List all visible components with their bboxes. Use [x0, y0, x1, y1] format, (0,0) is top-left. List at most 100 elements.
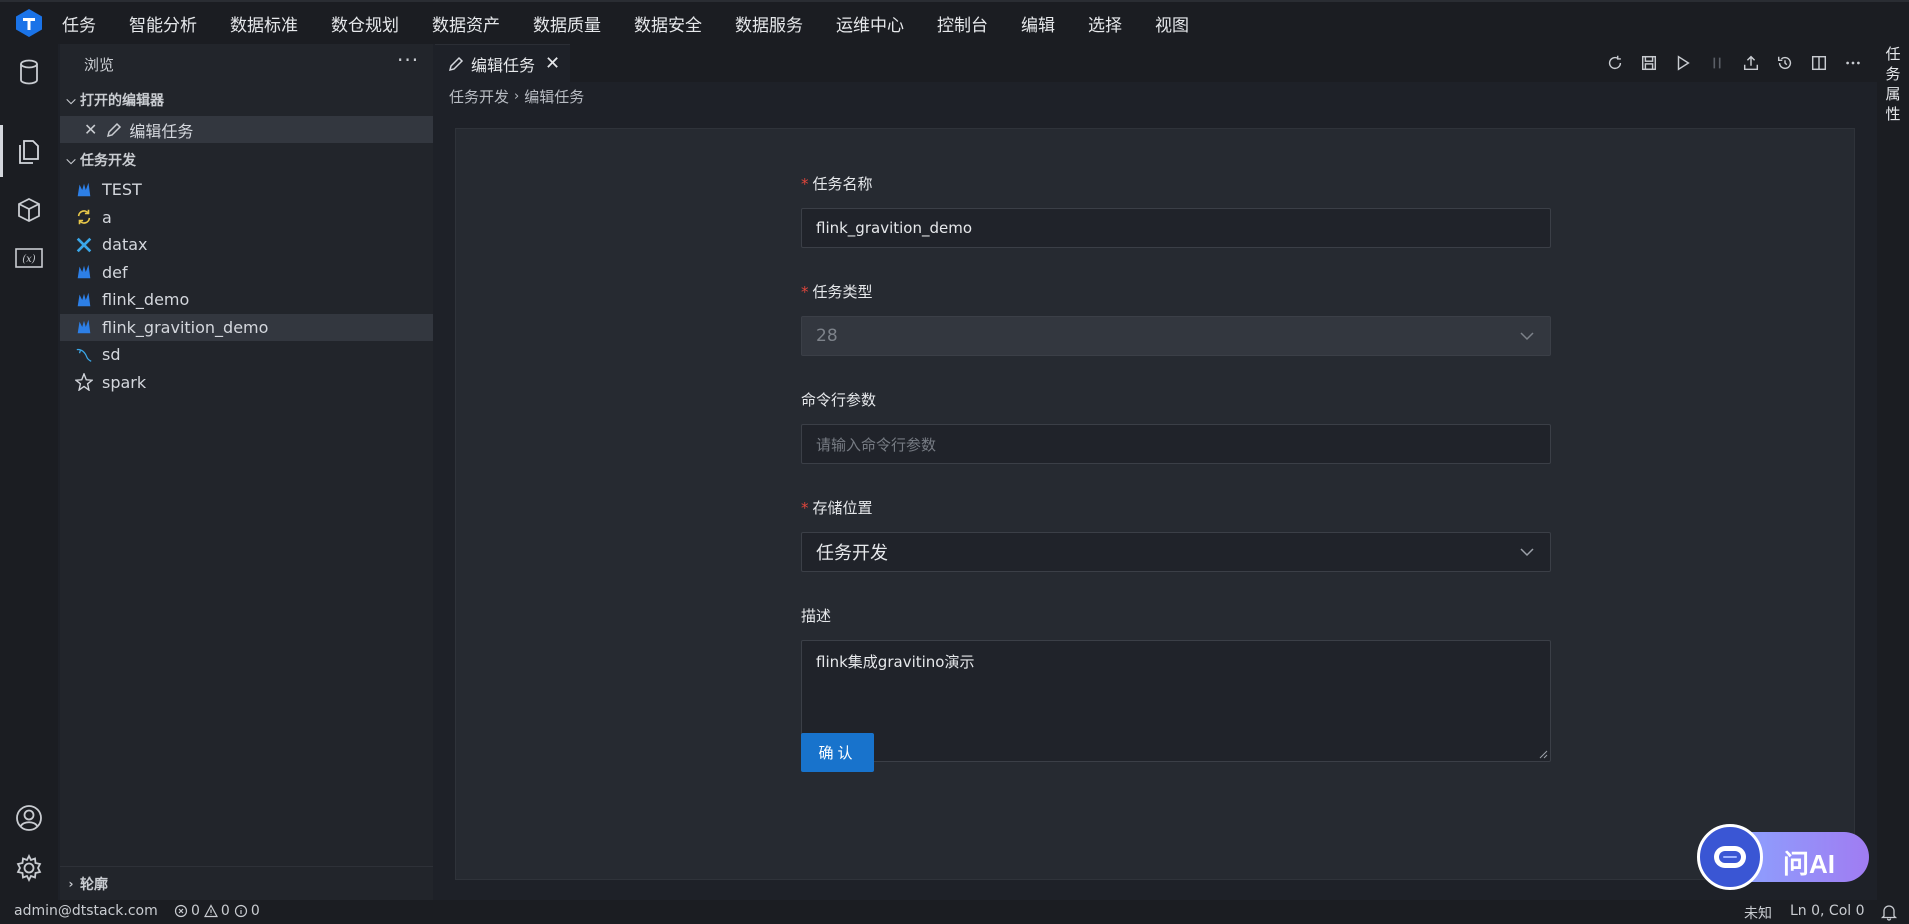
menu-item[interactable]: 数据服务: [735, 11, 803, 36]
tab-label: 编辑任务: [471, 55, 536, 75]
sidebar-header: 浏览 ···: [60, 44, 433, 80]
task-properties-tab[interactable]: 任务属性: [1884, 44, 1902, 124]
tree-item-def[interactable]: def: [60, 259, 433, 287]
files-icon[interactable]: [0, 125, 58, 177]
tree-item-flink-demo[interactable]: flink_demo: [60, 286, 433, 314]
tree-item-datax[interactable]: datax: [60, 231, 433, 259]
menu-item[interactable]: 视图: [1155, 11, 1189, 36]
more-actions-icon[interactable]: [1843, 53, 1863, 73]
info-count: 0: [250, 903, 260, 919]
status-problems[interactable]: 0 0 0: [174, 903, 264, 919]
outline-section[interactable]: › 轮廓: [60, 866, 433, 897]
required-mark: *: [801, 499, 809, 517]
description-value: flink集成gravitino演示: [816, 653, 975, 671]
task-type-select[interactable]: 28: [801, 316, 1551, 356]
variable-icon[interactable]: (x): [0, 232, 58, 284]
breadcrumb-item[interactable]: 编辑任务: [524, 86, 584, 107]
pencil-icon: [448, 56, 464, 71]
run-icon[interactable]: [1673, 53, 1693, 73]
description-textarea[interactable]: flink集成gravitino演示: [801, 640, 1551, 762]
save-icon[interactable]: [1639, 53, 1659, 73]
breadcrumb: 任务开发 › 编辑任务: [449, 86, 584, 107]
flink-icon: [74, 262, 94, 282]
menu-bar: 任务 智能分析 数据标准 数仓规划 数据资产 数据质量 数据安全 数据服务 运维中心 控制台 编辑 选…: [0, 0, 1909, 44]
confirm-button[interactable]: 确认: [801, 733, 874, 772]
menu-item[interactable]: 控制台: [937, 11, 988, 36]
menu-item[interactable]: 任务: [62, 11, 96, 36]
history-icon[interactable]: [1775, 53, 1795, 73]
menu-item[interactable]: 数仓规划: [331, 11, 399, 36]
task-type-label-text: 任务类型: [812, 283, 873, 301]
menu-item[interactable]: 数据资产: [432, 11, 500, 36]
cmd-args-input[interactable]: 请输入命令行参数: [801, 424, 1551, 464]
storage-location-value: 任务开发: [816, 543, 888, 564]
main-menu: 任务 智能分析 数据标准 数仓规划 数据资产 数据质量 数据安全 数据服务 运维中心 控制台 编辑 选…: [62, 2, 1222, 44]
status-language[interactable]: 未知: [1744, 903, 1772, 923]
account-icon[interactable]: [0, 792, 58, 844]
tree-item-sd[interactable]: sd: [60, 341, 433, 369]
breadcrumb-item[interactable]: 任务开发: [449, 86, 509, 107]
cmd-args-label: 命令行参数: [801, 391, 877, 409]
task-name-label: * 任务名称: [801, 173, 873, 194]
more-actions-icon[interactable]: ···: [397, 48, 419, 72]
task-form-panel: * 任务名称 flink_gravition_demo * 任务类型 28 命令行参…: [455, 128, 1855, 880]
upload-icon[interactable]: [1741, 53, 1761, 73]
error-icon: [174, 904, 188, 918]
task-type-value: 28: [816, 326, 838, 346]
cube-icon[interactable]: [0, 184, 58, 236]
refresh-icon[interactable]: [1605, 53, 1625, 73]
right-panel-bar: 任务属性: [1877, 44, 1909, 900]
tree-item-test[interactable]: TEST: [60, 176, 433, 204]
tree-item-spark[interactable]: spark: [60, 369, 433, 397]
open-editors-section[interactable]: ⌵ 打开的编辑器: [60, 87, 433, 113]
chevron-down-icon: [1520, 332, 1534, 341]
tree-item-a[interactable]: a: [60, 204, 433, 232]
tree-item-label: flink_demo: [102, 290, 190, 310]
task-name-value: flink_gravition_demo: [816, 219, 973, 237]
open-editor-item[interactable]: ✕ 编辑任务: [60, 116, 433, 143]
menu-item[interactable]: 选择: [1088, 11, 1122, 36]
cmd-args-placeholder: 请输入命令行参数: [816, 435, 937, 454]
pause-icon[interactable]: [1707, 53, 1727, 73]
editor-area: 编辑任务 ✕ 任务开发 › 编辑任务 * 任务名称 flink_gravition…: [435, 44, 1877, 900]
chevron-right-icon: ›: [514, 89, 520, 104]
info-icon: [234, 904, 247, 918]
menu-item[interactable]: 数据质量: [533, 11, 601, 36]
status-user[interactable]: admin@dtstack.com: [14, 903, 158, 919]
pencil-icon: [107, 122, 122, 137]
chevron-down-icon: ⌵: [66, 152, 76, 167]
chevron-down-icon: ⌵: [66, 92, 76, 107]
spark-icon: [74, 372, 94, 392]
sync-icon: [74, 207, 94, 227]
menu-item[interactable]: 运维中心: [836, 11, 904, 36]
tree-item-flink-gravition-demo[interactable]: flink_gravition_demo: [60, 313, 433, 341]
ask-ai-label: 问AI: [1783, 849, 1836, 879]
menu-item[interactable]: 数据标准: [230, 11, 298, 36]
tree-item-label: sd: [102, 345, 121, 365]
task-name-input[interactable]: flink_gravition_demo: [801, 208, 1551, 248]
chevron-right-icon: ›: [68, 877, 74, 891]
ask-ai-button[interactable]: 问AI: [1697, 824, 1871, 890]
bell-icon[interactable]: [1880, 903, 1898, 921]
menu-item[interactable]: 编辑: [1021, 11, 1055, 36]
split-editor-icon[interactable]: [1809, 53, 1829, 73]
database-icon[interactable]: [0, 46, 58, 98]
menu-item[interactable]: 智能分析: [129, 11, 197, 36]
status-bar: admin@dtstack.com 0 0 0 未知 Ln 0, Col 0: [0, 900, 1909, 924]
flink-icon: [74, 180, 94, 200]
settings-gear-icon[interactable]: [0, 842, 58, 894]
resize-grip-icon[interactable]: [1538, 749, 1548, 759]
explorer-sidebar: 浏览 ··· ⌵ 打开的编辑器 ✕ 编辑任务 ⌵ 任务开发 TEST a dat…: [60, 44, 433, 900]
close-icon[interactable]: ✕: [84, 120, 97, 139]
task-tree: TEST a datax def flink_demo flink_gravit…: [60, 176, 433, 396]
storage-location-select[interactable]: 任务开发: [801, 532, 1551, 572]
svg-text:(x): (x): [22, 254, 36, 265]
status-cursor-position[interactable]: Ln 0, Col 0: [1790, 903, 1865, 919]
open-editors-label: 打开的编辑器: [80, 93, 164, 109]
tab-edit-task[interactable]: 编辑任务 ✕: [435, 44, 570, 82]
close-icon[interactable]: ✕: [545, 53, 560, 74]
outline-header[interactable]: › 轮廓: [60, 871, 433, 897]
task-dev-section[interactable]: ⌵ 任务开发: [60, 147, 433, 173]
app-logo[interactable]: [14, 8, 44, 38]
menu-item[interactable]: 数据安全: [634, 11, 702, 36]
